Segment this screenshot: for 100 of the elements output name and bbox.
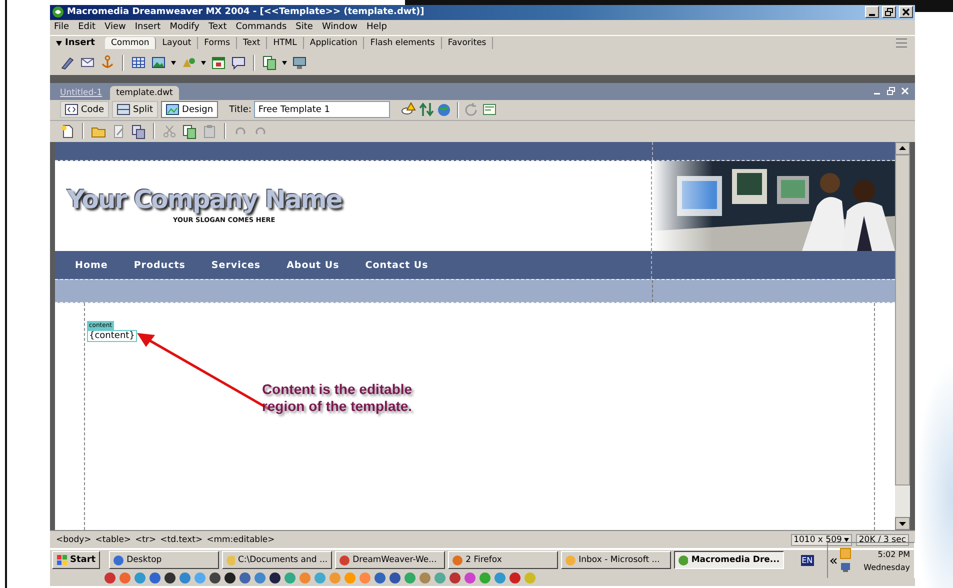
insert-tab[interactable]: Common — [104, 37, 156, 50]
code-window-icon — [65, 103, 78, 116]
taskbar-button[interactable]: C:\Documents and ... — [222, 551, 332, 569]
panel-title[interactable]: Insert — [56, 38, 95, 48]
calendar-icon[interactable] — [211, 55, 226, 70]
tag-selector[interactable]: <body> — [56, 534, 92, 545]
menu-item[interactable]: Text — [208, 22, 227, 32]
editable-region[interactable]: {content} — [87, 330, 137, 342]
field-label: Title: — [229, 104, 252, 115]
app-icon — [452, 554, 463, 566]
app-icon — [226, 554, 235, 566]
menu-item[interactable]: Site — [296, 22, 313, 32]
globe-icon[interactable] — [437, 102, 452, 118]
up-down-arrows-icon[interactable] — [419, 102, 434, 118]
split-window-icon — [117, 103, 130, 116]
menu-item[interactable]: Commands — [236, 22, 287, 32]
insert-tab[interactable]: Forms — [198, 37, 238, 50]
app-icon[interactable] — [209, 572, 221, 584]
start-button[interactable]: Start — [52, 551, 100, 569]
logo-text: Your Company Name — [67, 185, 343, 214]
nav-link[interactable]: Services — [211, 260, 261, 271]
restore-icon[interactable] — [887, 87, 895, 96]
app-icon — [564, 554, 576, 566]
menu-item[interactable]: Edit — [78, 22, 96, 32]
menu-item[interactable]: Help — [366, 22, 387, 32]
warning-icon[interactable] — [401, 102, 416, 118]
pencil-document-icon[interactable] — [111, 124, 126, 139]
language-indicator[interactable]: EN — [800, 554, 814, 566]
taskbar-button[interactable]: Desktop — [108, 551, 219, 569]
design-window-icon — [166, 103, 180, 116]
close-icon — [902, 8, 910, 16]
pen-icon[interactable] — [60, 55, 75, 70]
app-icon[interactable] — [389, 572, 401, 584]
app-icon — [678, 554, 688, 566]
window-size-menu[interactable]: 1010 x 509 — [790, 534, 852, 546]
tag-selector[interactable]: <mm:editable> — [206, 534, 275, 545]
view-button[interactable]: Code — [60, 101, 110, 118]
app-icon[interactable] — [164, 572, 176, 584]
minimize-button[interactable] — [865, 6, 879, 18]
menu-item[interactable]: Window — [322, 22, 358, 32]
caret-icon[interactable] — [282, 60, 287, 65]
weekday: Wednesday — [864, 562, 910, 572]
insert-tab[interactable]: Application — [304, 37, 364, 50]
insert-tab[interactable]: Layout — [156, 37, 198, 50]
new-document-icon[interactable] — [60, 124, 75, 139]
refresh-icon[interactable] — [464, 102, 480, 118]
scissors-icon[interactable] — [162, 124, 177, 139]
insert-tab[interactable]: HTML — [267, 37, 304, 50]
close-button[interactable] — [899, 6, 913, 18]
clock: 5:02 PM — [878, 550, 910, 558]
scrollbar[interactable] — [895, 142, 910, 530]
taskbar-button[interactable]: 2 Firefox — [448, 551, 558, 569]
view-button[interactable]: Design — [161, 101, 218, 118]
restore-button[interactable] — [882, 6, 896, 18]
restore-icon — [885, 8, 893, 16]
speech-bubble-icon[interactable] — [231, 55, 246, 70]
documents-icon[interactable] — [262, 55, 277, 70]
taskbar-button[interactable]: Inbox - Microsoft ... — [560, 551, 671, 569]
view-button[interactable]: Split — [112, 101, 158, 118]
taskbar-button[interactable]: Macromedia Dre... — [674, 551, 784, 569]
copy-icon[interactable] — [131, 124, 146, 139]
table-icon[interactable] — [131, 55, 146, 70]
tag-selector[interactable]: <td.text> — [160, 534, 203, 545]
flag-icon — [56, 554, 68, 566]
chevron-icon[interactable] — [830, 558, 837, 564]
insert-tab[interactable]: Favorites — [442, 37, 494, 50]
monitor-icon[interactable] — [840, 562, 851, 573]
paste-icon[interactable] — [202, 124, 217, 139]
annotation-text: Content is the editable region of the template. — [260, 381, 414, 416]
window-options-icon[interactable] — [482, 102, 498, 118]
monitor-icon[interactable] — [292, 55, 307, 70]
menu-item[interactable]: File — [54, 22, 70, 32]
nav-link[interactable]: Contact Us — [365, 260, 428, 271]
window-title: Macromedia Dreamweaver MX 2004 - [<<Template>> (template.dwt)] — [67, 7, 426, 18]
insert-tab[interactable]: Text — [237, 37, 268, 50]
caret-icon[interactable] — [201, 60, 206, 65]
documents-icon[interactable] — [182, 124, 197, 139]
taskbar-button[interactable]: DreamWeaver-We... — [334, 551, 445, 569]
document-tab[interactable]: template.dwt — [110, 86, 179, 100]
picture-frame-icon[interactable] — [151, 55, 166, 70]
anchor-icon[interactable] — [100, 55, 115, 70]
close-icon[interactable] — [901, 87, 909, 96]
app-icon — [338, 554, 350, 566]
menu-item[interactable]: View — [104, 22, 126, 32]
menu-item[interactable]: Modify — [170, 22, 200, 32]
tag-selector[interactable]: <table> — [95, 534, 132, 545]
nav-link[interactable]: About Us — [286, 260, 340, 271]
triangle-icon — [56, 40, 62, 46]
app-logo-icon — [52, 6, 64, 18]
app-icon[interactable] — [224, 572, 236, 584]
caret-icon[interactable] — [844, 538, 849, 542]
insert-tab[interactable]: Flash elements — [364, 37, 442, 50]
app-icon — [112, 554, 124, 566]
nav-link[interactable]: Home — [75, 260, 108, 271]
menu-item[interactable]: Insert — [134, 22, 161, 32]
nav-link[interactable]: Products — [134, 260, 186, 271]
app-icon[interactable] — [269, 572, 281, 584]
caret-icon[interactable] — [171, 60, 176, 65]
tag-selector[interactable]: <tr> — [135, 534, 156, 545]
title-field[interactable]: Free Template 1 — [254, 101, 390, 118]
